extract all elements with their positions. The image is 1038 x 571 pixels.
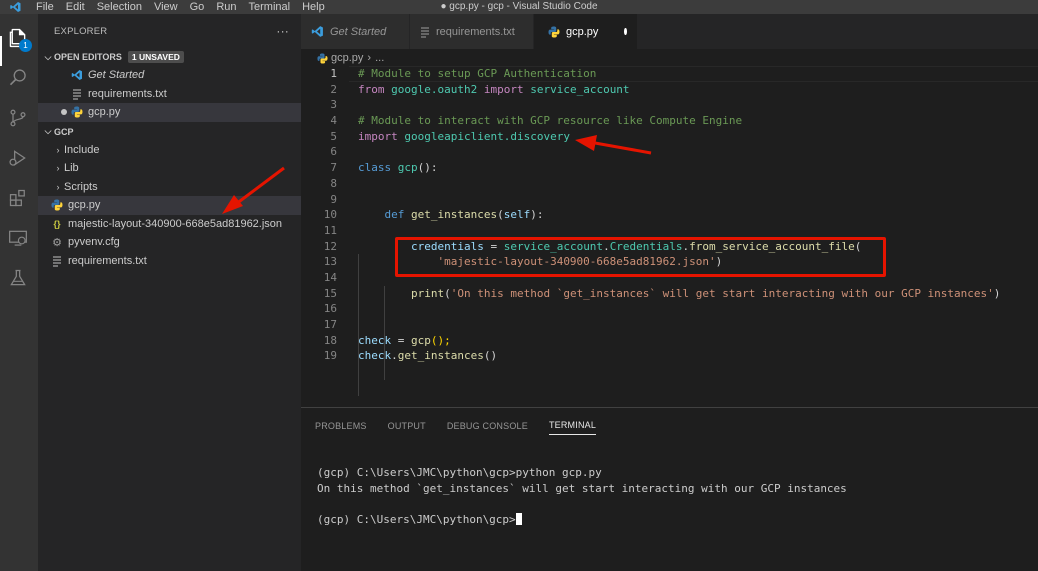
annotation-arrows (222, 135, 652, 214)
arrow-to-import-line (575, 135, 652, 155)
arrow-to-json-file (222, 166, 285, 214)
